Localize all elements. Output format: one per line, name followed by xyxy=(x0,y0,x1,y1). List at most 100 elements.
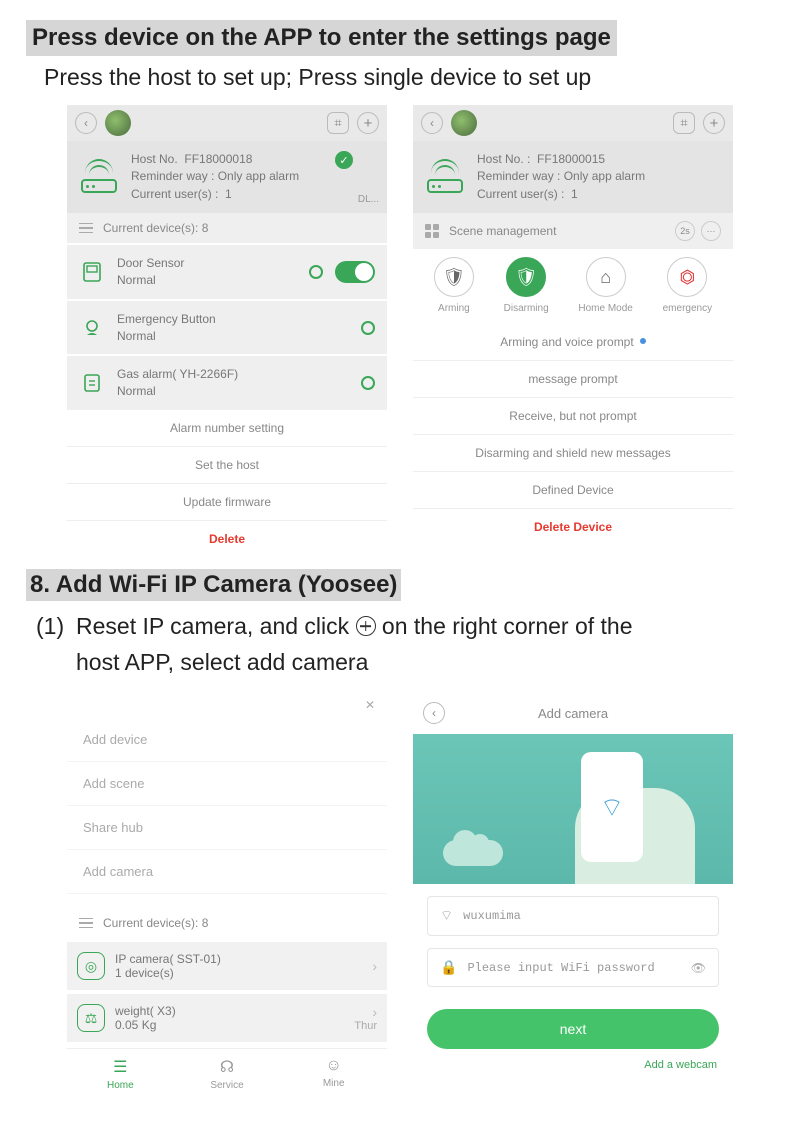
scene-home[interactable]: ⌂ Home Mode xyxy=(578,257,632,314)
option-delete-device[interactable]: Delete Device xyxy=(413,508,733,545)
headset-icon: ☊ xyxy=(174,1057,281,1077)
device-status: Normal xyxy=(117,383,349,400)
menu-update-firmware[interactable]: Update firmware xyxy=(67,483,387,520)
device-row-emergency[interactable]: Emergency Button Normal xyxy=(67,299,387,355)
scene-buttons-row: 🛡 Arming 🛡 Disarming ⌂ Home Mode ⏣ emerg… xyxy=(413,249,733,324)
screenshot-host-settings: ‹ ⌗ + Host No. FF18000018 Reminder way :… xyxy=(67,105,387,557)
gas-alarm-icon xyxy=(79,370,105,396)
router-icon xyxy=(77,159,121,195)
list-item-sub: 1 device(s) xyxy=(115,966,221,980)
wifi-password-field[interactable]: 🔒 Please input WiFi password 👁 xyxy=(427,948,719,987)
device-name: Gas alarm( YH-2266F) xyxy=(117,366,349,383)
popup-add-device[interactable]: Add device xyxy=(67,718,387,762)
option-receive-noprompt[interactable]: Receive, but not prompt xyxy=(413,397,733,434)
host-card[interactable]: Host No. : FF18000015 Reminder way : Onl… xyxy=(413,141,733,213)
wifi-ssid-field[interactable]: ⌔ wuxumima xyxy=(427,896,719,936)
status-dot-icon xyxy=(309,265,323,279)
scale-icon: ⚖ xyxy=(77,1004,105,1032)
screenshot-add-camera: ‹ Add camera ⌔ ⌔ wuxumima 🔒 Please input… xyxy=(413,692,733,1097)
chip-more[interactable]: ··· xyxy=(701,221,721,241)
back-button[interactable]: ‹ xyxy=(421,112,443,134)
devices-section-header: Current device(s): 8 xyxy=(67,213,387,243)
chevron-right-icon: › xyxy=(372,1004,377,1020)
user-icon: ☺ xyxy=(280,1057,387,1075)
add-popup: ✕ Add device Add scene Share hub Add cam… xyxy=(67,692,387,894)
option-message-prompt[interactable]: message prompt xyxy=(413,360,733,397)
wifi-ssid-value: wuxumima xyxy=(463,909,521,923)
eye-icon[interactable]: 👁 xyxy=(691,961,706,975)
next-button[interactable]: next xyxy=(427,1009,719,1049)
scene-arming[interactable]: 🛡 Arming xyxy=(434,257,474,314)
popup-share-hub[interactable]: Share hub xyxy=(67,806,387,850)
menu-alarm-number[interactable]: Alarm number setting xyxy=(67,410,387,446)
screenshot-add-menu: ✕ Add device Add scene Share hub Add cam… xyxy=(67,692,387,1097)
close-button[interactable]: ✕ xyxy=(67,692,387,718)
add-button[interactable]: + xyxy=(703,112,725,134)
scene-disarming[interactable]: 🛡 Disarming xyxy=(504,257,549,314)
lock-icon: 🔒 xyxy=(440,959,457,976)
list-item-name: IP camera( SST-01) xyxy=(115,952,221,966)
device-name: Emergency Button xyxy=(117,311,349,328)
scene-emergency[interactable]: ⏣ emergency xyxy=(663,257,712,314)
avatar[interactable] xyxy=(451,110,477,136)
back-button[interactable]: ‹ xyxy=(423,702,445,724)
host-info: Host No. : FF18000015 Reminder way : Onl… xyxy=(477,151,723,203)
option-disarm-shield[interactable]: Disarming and shield new messages xyxy=(413,434,733,471)
bottom-nav: ☰Home ☊Service ☺Mine xyxy=(67,1048,387,1097)
list-icon xyxy=(79,918,93,929)
device-status: Normal xyxy=(117,328,349,345)
siren-icon: ⏣ xyxy=(667,257,707,297)
device-toggle[interactable] xyxy=(335,261,375,283)
nav-home[interactable]: ☰Home xyxy=(67,1049,174,1097)
device-status: Normal xyxy=(117,272,297,289)
host-action-sheet: Alarm number setting Set the host Update… xyxy=(67,410,387,557)
step-1-text: (1)Reset IP camera, and click on the rig… xyxy=(26,601,774,692)
devices-section-header: Current device(s): 8 xyxy=(67,908,387,938)
wifi-password-placeholder: Please input WiFi password xyxy=(467,961,654,975)
page-heading: Press device on the APP to enter the set… xyxy=(26,20,617,56)
wifi-icon: ⌔ xyxy=(440,907,453,925)
plus-icon xyxy=(356,616,376,636)
grid-icon xyxy=(425,224,439,238)
door-sensor-icon xyxy=(79,259,105,285)
option-arming-voice[interactable]: Arming and voice prompt xyxy=(413,324,733,360)
menu-delete[interactable]: Delete xyxy=(67,520,387,557)
status-dot-icon xyxy=(361,376,375,390)
wifi-icon: ⌔ xyxy=(600,791,624,824)
nav-service[interactable]: ☊Service xyxy=(174,1049,281,1097)
shield-icon: ✓ xyxy=(335,151,353,169)
device-action-sheet: Arming and voice prompt message prompt R… xyxy=(413,324,733,545)
device-row-door-sensor[interactable]: Door Sensor Normal xyxy=(67,243,387,299)
page-subheading: Press the host to set up; Press single d… xyxy=(26,56,774,105)
scan-icon[interactable]: ⌗ xyxy=(327,112,349,134)
popup-add-camera[interactable]: Add camera xyxy=(67,850,387,894)
popup-add-scene[interactable]: Add scene xyxy=(67,762,387,806)
option-defined-device[interactable]: Defined Device xyxy=(413,471,733,508)
scan-icon[interactable]: ⌗ xyxy=(673,112,695,134)
chip-timer[interactable]: 2s xyxy=(675,221,695,241)
avatar[interactable] xyxy=(105,110,131,136)
illustration: ⌔ xyxy=(413,734,733,884)
menu-set-host[interactable]: Set the host xyxy=(67,446,387,483)
scene-section-header: Scene management 2s ··· xyxy=(413,213,733,249)
nav-mine[interactable]: ☺Mine xyxy=(280,1049,387,1097)
host-card[interactable]: Host No. FF18000018 Reminder way : Only … xyxy=(67,141,387,213)
back-button[interactable]: ‹ xyxy=(75,112,97,134)
list-item-meta: Thur xyxy=(354,1020,377,1032)
device-row-gas-alarm[interactable]: Gas alarm( YH-2266F) Normal xyxy=(67,354,387,410)
router-icon xyxy=(423,159,467,195)
add-button[interactable]: + xyxy=(357,112,379,134)
camera-header: ‹ Add camera xyxy=(413,692,733,734)
add-webcam-link[interactable]: Add a webcam xyxy=(413,1059,733,1081)
shield-icon: 🛡 xyxy=(434,257,474,297)
chevron-right-icon: › xyxy=(372,958,377,974)
device-name: Door Sensor xyxy=(117,255,297,272)
list-icon xyxy=(79,223,93,234)
list-item-sub: 0.05 Kg xyxy=(115,1018,176,1032)
section-title: 8. Add Wi-Fi IP Camera (Yoosee) xyxy=(26,569,401,601)
list-item-name: weight( X3) xyxy=(115,1004,176,1018)
disarm-icon: 🛡 xyxy=(506,257,546,297)
list-item-weight[interactable]: ⚖ weight( X3) 0.05 Kg ›Thur xyxy=(67,990,387,1042)
list-item-camera[interactable]: ◎ IP camera( SST-01) 1 device(s) › xyxy=(67,938,387,990)
download-label: DL... xyxy=(358,194,379,205)
